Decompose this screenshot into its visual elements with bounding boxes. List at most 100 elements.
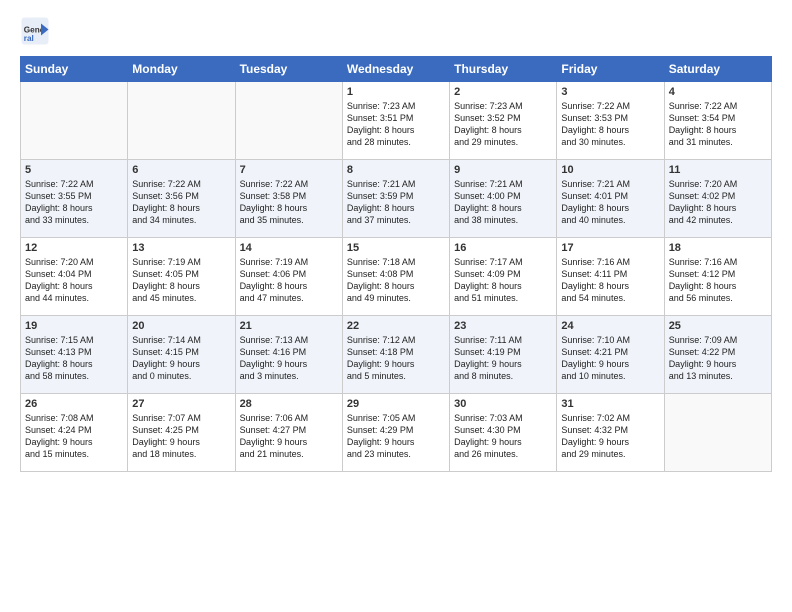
calendar-cell: 25 Sunrise: 7:09 AM Sunset: 4:22 PM Dayli… bbox=[664, 316, 771, 394]
day-number: 1 bbox=[347, 86, 445, 98]
day-number: 10 bbox=[561, 164, 659, 176]
day-info: Sunrise: 7:20 AM Sunset: 4:04 PM Dayligh… bbox=[25, 256, 123, 305]
day-info: Sunrise: 7:16 AM Sunset: 4:12 PM Dayligh… bbox=[669, 256, 767, 305]
calendar-cell: 4 Sunrise: 7:22 AM Sunset: 3:54 PM Daylig… bbox=[664, 82, 771, 160]
calendar-cell: 7Sunrise: 7:22 AM Sunset: 3:58 PM Daylig… bbox=[235, 160, 342, 238]
day-info: Sunrise: 7:18 AM Sunset: 4:08 PM Dayligh… bbox=[347, 256, 445, 305]
logo-icon: Gene ral bbox=[20, 16, 50, 46]
day-info: Sunrise: 7:16 AM Sunset: 4:11 PM Dayligh… bbox=[561, 256, 659, 305]
logo: Gene ral bbox=[20, 16, 54, 46]
calendar-week-3: 12 Sunrise: 7:20 AM Sunset: 4:04 PM Dayli… bbox=[21, 238, 772, 316]
day-info: Sunrise: 7:21 AM Sunset: 3:59 PM Dayligh… bbox=[347, 178, 445, 227]
day-info: Sunrise: 7:22 AM Sunset: 3:55 PM Dayligh… bbox=[25, 178, 123, 227]
calendar-cell: 18Sunrise: 7:16 AM Sunset: 4:12 PM Dayli… bbox=[664, 238, 771, 316]
page: Gene ral SundayMondayTuesdayWednesdayThu… bbox=[0, 0, 792, 482]
calendar-cell: 2 Sunrise: 7:23 AM Sunset: 3:52 PM Daylig… bbox=[450, 82, 557, 160]
day-info: Sunrise: 7:05 AM Sunset: 4:29 PM Dayligh… bbox=[347, 412, 445, 461]
day-info: Sunrise: 7:19 AM Sunset: 4:05 PM Dayligh… bbox=[132, 256, 230, 305]
day-number: 25 bbox=[669, 320, 767, 332]
day-info: Sunrise: 7:23 AM Sunset: 3:51 PM Dayligh… bbox=[347, 100, 445, 149]
weekday-header-wednesday: Wednesday bbox=[342, 57, 449, 82]
calendar-cell: 21 Sunrise: 7:13 AM Sunset: 4:16 PM Dayli… bbox=[235, 316, 342, 394]
day-number: 12 bbox=[25, 242, 123, 254]
day-number: 31 bbox=[561, 398, 659, 410]
calendar-cell: 13 Sunrise: 7:19 AM Sunset: 4:05 PM Dayli… bbox=[128, 238, 235, 316]
day-number: 11 bbox=[669, 164, 767, 176]
calendar-cell: 23 Sunrise: 7:11 AM Sunset: 4:19 PM Dayli… bbox=[450, 316, 557, 394]
day-info: Sunrise: 7:02 AM Sunset: 4:32 PM Dayligh… bbox=[561, 412, 659, 461]
day-number: 20 bbox=[132, 320, 230, 332]
day-info: Sunrise: 7:21 AM Sunset: 4:00 PM Dayligh… bbox=[454, 178, 552, 227]
calendar-cell: 6Sunrise: 7:22 AM Sunset: 3:56 PM Daylig… bbox=[128, 160, 235, 238]
day-info: Sunrise: 7:17 AM Sunset: 4:09 PM Dayligh… bbox=[454, 256, 552, 305]
day-number: 13 bbox=[132, 242, 230, 254]
calendar-cell: 20Sunrise: 7:14 AM Sunset: 4:15 PM Dayli… bbox=[128, 316, 235, 394]
day-number: 22 bbox=[347, 320, 445, 332]
day-number: 14 bbox=[240, 242, 338, 254]
day-number: 23 bbox=[454, 320, 552, 332]
calendar-cell: 19 Sunrise: 7:15 AM Sunset: 4:13 PM Dayli… bbox=[21, 316, 128, 394]
day-number: 26 bbox=[25, 398, 123, 410]
calendar-cell: 31 Sunrise: 7:02 AM Sunset: 4:32 PM Dayli… bbox=[557, 394, 664, 472]
day-info: Sunrise: 7:11 AM Sunset: 4:19 PM Dayligh… bbox=[454, 334, 552, 383]
weekday-header-friday: Friday bbox=[557, 57, 664, 82]
weekday-header-saturday: Saturday bbox=[664, 57, 771, 82]
weekday-header-tuesday: Tuesday bbox=[235, 57, 342, 82]
calendar-cell: 10 Sunrise: 7:21 AM Sunset: 4:01 PM Dayli… bbox=[557, 160, 664, 238]
calendar-cell: 17 Sunrise: 7:16 AM Sunset: 4:11 PM Dayli… bbox=[557, 238, 664, 316]
day-number: 21 bbox=[240, 320, 338, 332]
day-number: 16 bbox=[454, 242, 552, 254]
calendar-table: SundayMondayTuesdayWednesdayThursdayFrid… bbox=[20, 56, 772, 472]
calendar-cell: 9Sunrise: 7:21 AM Sunset: 4:00 PM Daylig… bbox=[450, 160, 557, 238]
day-info: Sunrise: 7:19 AM Sunset: 4:06 PM Dayligh… bbox=[240, 256, 338, 305]
day-info: Sunrise: 7:03 AM Sunset: 4:30 PM Dayligh… bbox=[454, 412, 552, 461]
calendar-cell: 28Sunrise: 7:06 AM Sunset: 4:27 PM Dayli… bbox=[235, 394, 342, 472]
day-number: 19 bbox=[25, 320, 123, 332]
weekday-header-sunday: Sunday bbox=[21, 57, 128, 82]
calendar-cell: 14 Sunrise: 7:19 AM Sunset: 4:06 PM Dayli… bbox=[235, 238, 342, 316]
calendar-cell: 30 Sunrise: 7:03 AM Sunset: 4:30 PM Dayli… bbox=[450, 394, 557, 472]
calendar-cell: 8 Sunrise: 7:21 AM Sunset: 3:59 PM Daylig… bbox=[342, 160, 449, 238]
calendar-cell: 1 Sunrise: 7:23 AM Sunset: 3:51 PM Daylig… bbox=[342, 82, 449, 160]
day-number: 24 bbox=[561, 320, 659, 332]
day-info: Sunrise: 7:08 AM Sunset: 4:24 PM Dayligh… bbox=[25, 412, 123, 461]
calendar-cell bbox=[235, 82, 342, 160]
day-info: Sunrise: 7:22 AM Sunset: 3:58 PM Dayligh… bbox=[240, 178, 338, 227]
day-number: 3 bbox=[561, 86, 659, 98]
calendar-cell: 26 Sunrise: 7:08 AM Sunset: 4:24 PM Dayli… bbox=[21, 394, 128, 472]
day-number: 27 bbox=[132, 398, 230, 410]
day-number: 30 bbox=[454, 398, 552, 410]
day-info: Sunrise: 7:22 AM Sunset: 3:53 PM Dayligh… bbox=[561, 100, 659, 149]
day-number: 4 bbox=[669, 86, 767, 98]
day-info: Sunrise: 7:20 AM Sunset: 4:02 PM Dayligh… bbox=[669, 178, 767, 227]
calendar-cell: 3 Sunrise: 7:22 AM Sunset: 3:53 PM Daylig… bbox=[557, 82, 664, 160]
calendar-week-1: 1 Sunrise: 7:23 AM Sunset: 3:51 PM Daylig… bbox=[21, 82, 772, 160]
day-info: Sunrise: 7:07 AM Sunset: 4:25 PM Dayligh… bbox=[132, 412, 230, 461]
weekday-header-row: SundayMondayTuesdayWednesdayThursdayFrid… bbox=[21, 57, 772, 82]
day-number: 28 bbox=[240, 398, 338, 410]
day-info: Sunrise: 7:21 AM Sunset: 4:01 PM Dayligh… bbox=[561, 178, 659, 227]
day-info: Sunrise: 7:23 AM Sunset: 3:52 PM Dayligh… bbox=[454, 100, 552, 149]
calendar-cell: 16 Sunrise: 7:17 AM Sunset: 4:09 PM Dayli… bbox=[450, 238, 557, 316]
calendar-cell: 29Sunrise: 7:05 AM Sunset: 4:29 PM Dayli… bbox=[342, 394, 449, 472]
svg-text:ral: ral bbox=[24, 34, 34, 43]
day-number: 8 bbox=[347, 164, 445, 176]
weekday-header-thursday: Thursday bbox=[450, 57, 557, 82]
calendar-cell bbox=[21, 82, 128, 160]
day-info: Sunrise: 7:12 AM Sunset: 4:18 PM Dayligh… bbox=[347, 334, 445, 383]
weekday-header-monday: Monday bbox=[128, 57, 235, 82]
day-info: Sunrise: 7:13 AM Sunset: 4:16 PM Dayligh… bbox=[240, 334, 338, 383]
day-number: 17 bbox=[561, 242, 659, 254]
calendar-week-2: 5 Sunrise: 7:22 AM Sunset: 3:55 PM Daylig… bbox=[21, 160, 772, 238]
day-info: Sunrise: 7:22 AM Sunset: 3:56 PM Dayligh… bbox=[132, 178, 230, 227]
day-number: 2 bbox=[454, 86, 552, 98]
day-info: Sunrise: 7:22 AM Sunset: 3:54 PM Dayligh… bbox=[669, 100, 767, 149]
calendar-cell bbox=[128, 82, 235, 160]
calendar-cell: 12 Sunrise: 7:20 AM Sunset: 4:04 PM Dayli… bbox=[21, 238, 128, 316]
day-info: Sunrise: 7:15 AM Sunset: 4:13 PM Dayligh… bbox=[25, 334, 123, 383]
day-info: Sunrise: 7:09 AM Sunset: 4:22 PM Dayligh… bbox=[669, 334, 767, 383]
calendar-week-4: 19 Sunrise: 7:15 AM Sunset: 4:13 PM Dayli… bbox=[21, 316, 772, 394]
calendar-cell bbox=[664, 394, 771, 472]
calendar-cell: 11 Sunrise: 7:20 AM Sunset: 4:02 PM Dayli… bbox=[664, 160, 771, 238]
day-number: 5 bbox=[25, 164, 123, 176]
